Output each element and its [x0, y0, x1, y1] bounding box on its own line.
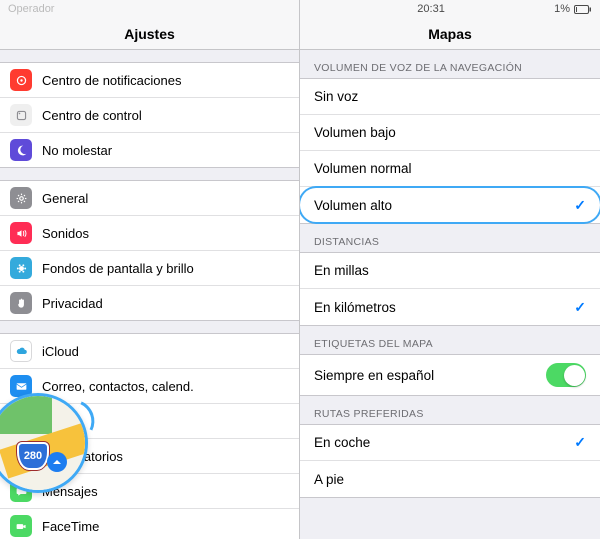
status-bar-right: 20:31 1%	[300, 0, 600, 18]
sidebar-item-msgs[interactable]: Mensajes	[0, 474, 299, 509]
sidebar-item-label: iCloud	[42, 344, 287, 359]
battery-icon	[574, 5, 592, 14]
bubble-icon	[10, 480, 32, 502]
sidebar-scroll[interactable]: Centro de notificaciones Centro de contro…	[0, 50, 299, 539]
setting-option-row[interactable]: En kilómetros✓	[300, 289, 600, 325]
sidebar-item-control[interactable]: Centro de control	[0, 98, 299, 133]
checkmark-icon: ✓	[574, 434, 586, 451]
sidebar-item-label: Mensajes	[42, 484, 287, 499]
sidebar-item-label: FaceTime	[42, 519, 287, 534]
status-bar: Operador	[0, 0, 299, 18]
notes-icon	[10, 410, 32, 432]
sidebar-item-sounds[interactable]: Sonidos	[0, 216, 299, 251]
detail-pane: 20:31 1% Mapas VOLUMEN DE VOZ DE LA NAVE…	[300, 0, 600, 539]
mail-icon	[10, 375, 32, 397]
setting-label: En kilómetros	[314, 300, 574, 315]
sidebar-item-notes[interactable]: Notas	[0, 404, 299, 439]
sidebar-item-mail[interactable]: Correo, contactos, calend.	[0, 369, 299, 404]
setting-label: Sin voz	[314, 89, 586, 104]
speaker-icon	[10, 222, 32, 244]
sidebar-item-label: General	[42, 191, 287, 206]
setting-toggle-row[interactable]: Siempre en español	[300, 355, 600, 395]
sidebar-item-label: No molestar	[42, 143, 287, 158]
checkmark-icon: ✓	[574, 197, 586, 214]
sidebar-item-label: Fondos de pantalla y brillo	[42, 261, 287, 276]
detail-scroll[interactable]: VOLUMEN DE VOZ DE LA NAVEGACIÓN Sin voz Vo…	[300, 50, 600, 539]
switch-toggle[interactable]	[546, 363, 586, 387]
sidebar-item-remind[interactable]: Recordatorios	[0, 439, 299, 474]
sidebar-item-general[interactable]: General	[0, 181, 299, 216]
sidebar-item-notif[interactable]: Centro de notificaciones	[0, 63, 299, 98]
reminders-icon	[10, 445, 32, 467]
sidebar-item-label: Recordatorios	[42, 449, 287, 464]
camera-icon	[10, 515, 32, 537]
section-header: DISTANCIAS	[300, 236, 600, 252]
sidebar-item-label: Privacidad	[42, 296, 287, 311]
setting-label: Siempre en español	[314, 368, 546, 383]
section-header: ETIQUETAS DEL MAPA	[300, 338, 600, 354]
sidebar-item-label: Notas	[42, 414, 287, 429]
sidebar-item-ft[interactable]: FaceTime	[0, 509, 299, 539]
setting-option-row[interactable]: Volumen normal	[300, 151, 600, 187]
setting-label: En millas	[314, 263, 586, 278]
moon-icon	[10, 139, 32, 161]
sidebar-item-label: Centro de control	[42, 108, 287, 123]
battery-percent: 1%	[554, 3, 570, 15]
sidebar-item-label: Sonidos	[42, 226, 287, 241]
sidebar-item-dnd[interactable]: No molestar	[0, 133, 299, 167]
wallpaper-icon	[10, 257, 32, 279]
settings-sidebar-pane: Operador Ajustes Centro de notificacione…	[0, 0, 300, 539]
setting-option-row[interactable]: Volumen alto✓	[300, 187, 600, 223]
sidebar-title: Ajustes	[0, 18, 299, 50]
cloud-icon	[10, 340, 32, 362]
setting-option-row[interactable]: En coche✓	[300, 425, 600, 461]
sidebar-item-privacy[interactable]: Privacidad	[0, 286, 299, 320]
sidebar-item-label: Correo, contactos, calend.	[42, 379, 287, 394]
setting-label: En coche	[314, 435, 574, 450]
sidebar-item-icloud[interactable]: iCloud	[0, 334, 299, 369]
section-header: VOLUMEN DE VOZ DE LA NAVEGACIÓN	[300, 62, 600, 78]
setting-option-row[interactable]: Sin voz	[300, 79, 600, 115]
sidebar-item-wall[interactable]: Fondos de pantalla y brillo	[0, 251, 299, 286]
setting-option-row[interactable]: A pie	[300, 461, 600, 497]
carrier-label: Operador	[8, 3, 54, 15]
hand-icon	[10, 292, 32, 314]
control-center-icon	[10, 104, 32, 126]
setting-label: Volumen alto	[314, 198, 574, 213]
setting-label: Volumen normal	[314, 161, 586, 176]
status-time: 20:31	[417, 3, 445, 15]
detail-title: Mapas	[300, 18, 600, 50]
sidebar-item-label: Centro de notificaciones	[42, 73, 287, 88]
setting-label: A pie	[314, 472, 586, 487]
gear-icon	[10, 187, 32, 209]
checkmark-icon: ✓	[574, 299, 586, 316]
setting-option-row[interactable]: Volumen bajo	[300, 115, 600, 151]
setting-label: Volumen bajo	[314, 125, 586, 140]
section-header: RUTAS PREFERIDAS	[300, 408, 600, 424]
setting-option-row[interactable]: En millas	[300, 253, 600, 289]
notification-center-icon	[10, 69, 32, 91]
